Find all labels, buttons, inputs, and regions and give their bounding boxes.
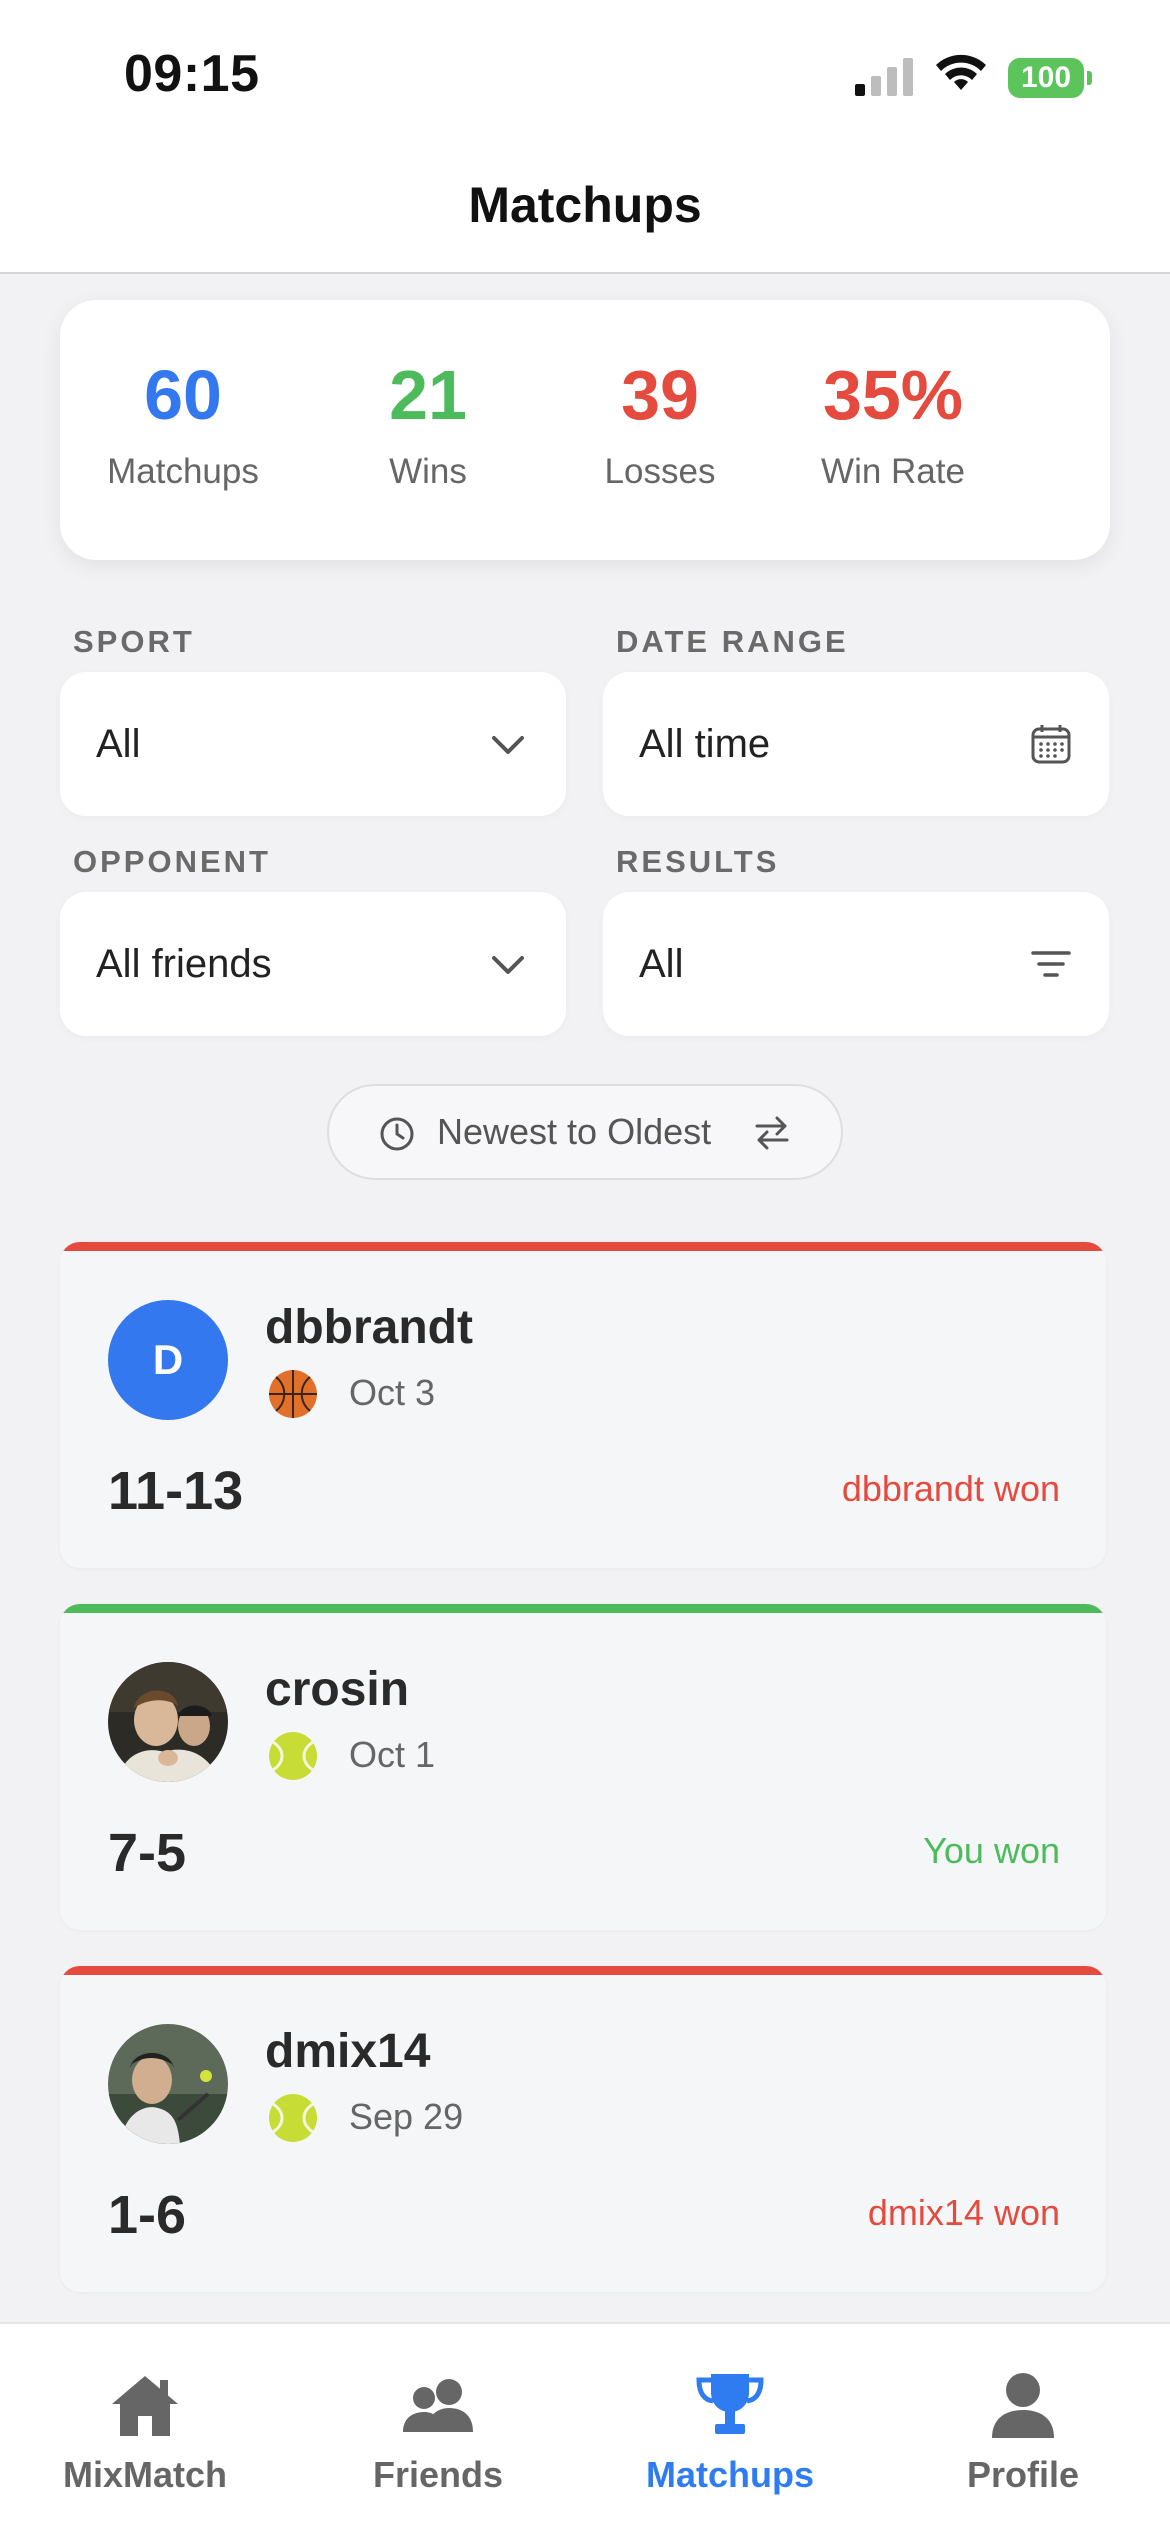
tab-label: Profile xyxy=(966,2454,1080,2495)
tab-matchups[interactable]: Matchups xyxy=(610,2370,850,2496)
tennis-ball-icon xyxy=(269,2094,317,2142)
avatar xyxy=(108,1662,228,1782)
match-card[interactable]: D dbbrandt Oct 3 11-13 dbbrandt won xyxy=(60,1242,1106,1568)
top-bar: 09:15 100 Matchups xyxy=(0,0,1170,274)
sort-order-label: Newest to Oldest xyxy=(437,1111,712,1152)
result-color-bar xyxy=(60,1604,1106,1613)
cellular-signal-icon xyxy=(855,58,913,96)
opponent-name: crosin xyxy=(265,1663,410,1716)
friends-icon xyxy=(403,2379,473,2432)
opponent-name: dbbrandt xyxy=(265,1301,473,1354)
sport-filter-label: SPORT xyxy=(73,624,195,659)
avatar: D xyxy=(108,1300,228,1420)
swap-arrows-icon xyxy=(755,1116,789,1150)
match-date: Oct 3 xyxy=(349,1372,436,1413)
date-range-filter-value: All time xyxy=(639,722,771,766)
match-card[interactable]: dmix14 Sep 29 1-6 dmix14 won xyxy=(60,1966,1106,2292)
results-filter-value: All xyxy=(639,942,684,986)
match-score: 7-5 xyxy=(108,1823,187,1883)
tab-mixmatch[interactable]: MixMatch xyxy=(25,2370,265,2496)
stat-value: 35% xyxy=(822,356,964,434)
stat-label: Wins xyxy=(389,452,467,491)
bottom-tab-bar: MixMatch Friends Matchups Profile xyxy=(0,2322,1170,2532)
tab-label: Matchups xyxy=(645,2454,814,2495)
basketball-icon xyxy=(269,1370,317,1418)
stat-losses: 39 Losses xyxy=(545,360,775,492)
results-filter-label: RESULTS xyxy=(616,844,780,879)
stat-value: 21 xyxy=(389,356,467,434)
avatar xyxy=(108,2024,228,2144)
stat-value: 39 xyxy=(621,356,699,434)
date-range-filter-select[interactable]: All time xyxy=(603,672,1109,816)
date-range-filter-label: DATE RANGE xyxy=(616,624,849,659)
battery-level: 100 xyxy=(1008,58,1084,98)
tab-label: Friends xyxy=(372,2454,504,2495)
stat-label: Matchups xyxy=(107,452,259,491)
filter-icon xyxy=(1031,951,1071,977)
tennis-ball-icon xyxy=(269,1732,317,1780)
status-time: 09:15 xyxy=(124,45,260,103)
battery-nub xyxy=(1087,71,1092,85)
page-title: Matchups xyxy=(468,177,702,233)
opponent-filter-value: All friends xyxy=(96,942,272,986)
match-date: Sep 29 xyxy=(349,2096,464,2137)
stat-matchups: 60 Matchups xyxy=(68,360,298,492)
matchups-screen: 09:15 100 Matchups 60 Matchups 21 Wins 3… xyxy=(0,0,1170,2532)
opponent-filter-label: OPPONENT xyxy=(73,844,271,879)
match-score: 1-6 xyxy=(108,2185,187,2245)
sport-filter-select[interactable]: All xyxy=(60,672,566,816)
stat-value: 60 xyxy=(144,356,222,434)
result-color-bar xyxy=(60,1966,1106,1975)
wifi-icon xyxy=(936,54,986,90)
home-icon xyxy=(112,2376,178,2436)
tab-friends[interactable]: Friends xyxy=(318,2370,558,2496)
stat-label: Losses xyxy=(604,452,716,491)
battery-indicator: 100 xyxy=(1008,58,1092,98)
opponent-name: dmix14 xyxy=(265,2025,431,2078)
opponent-filter-select[interactable]: All friends xyxy=(60,892,566,1036)
profile-icon xyxy=(992,2373,1054,2438)
chevron-down-icon xyxy=(492,956,524,974)
stat-win-rate: 35% Win Rate xyxy=(778,360,1008,492)
match-date: Oct 1 xyxy=(349,1734,436,1775)
match-result: dbbrandt won xyxy=(841,1468,1060,1509)
stat-wins: 21 Wins xyxy=(313,360,543,492)
trophy-icon xyxy=(696,2374,764,2434)
match-score: 11-13 xyxy=(108,1461,244,1521)
sort-order-button[interactable]: Newest to Oldest xyxy=(327,1084,843,1180)
clock-icon xyxy=(380,1117,414,1151)
match-result: dmix14 won xyxy=(867,2192,1060,2233)
stat-label: Win Rate xyxy=(821,452,965,491)
sport-filter-value: All xyxy=(96,722,141,766)
stats-card: 60 Matchups 21 Wins 39 Losses 35% Win Ra… xyxy=(60,300,1110,560)
chevron-down-icon xyxy=(492,736,524,754)
tab-profile[interactable]: Profile xyxy=(903,2370,1143,2496)
calendar-icon xyxy=(1031,725,1071,764)
result-color-bar xyxy=(60,1242,1106,1251)
results-filter-select[interactable]: All xyxy=(603,892,1109,1036)
match-result: You won xyxy=(923,1830,1060,1871)
match-card[interactable]: crosin Oct 1 7-5 You won xyxy=(60,1604,1106,1930)
tab-label: MixMatch xyxy=(62,2454,228,2495)
